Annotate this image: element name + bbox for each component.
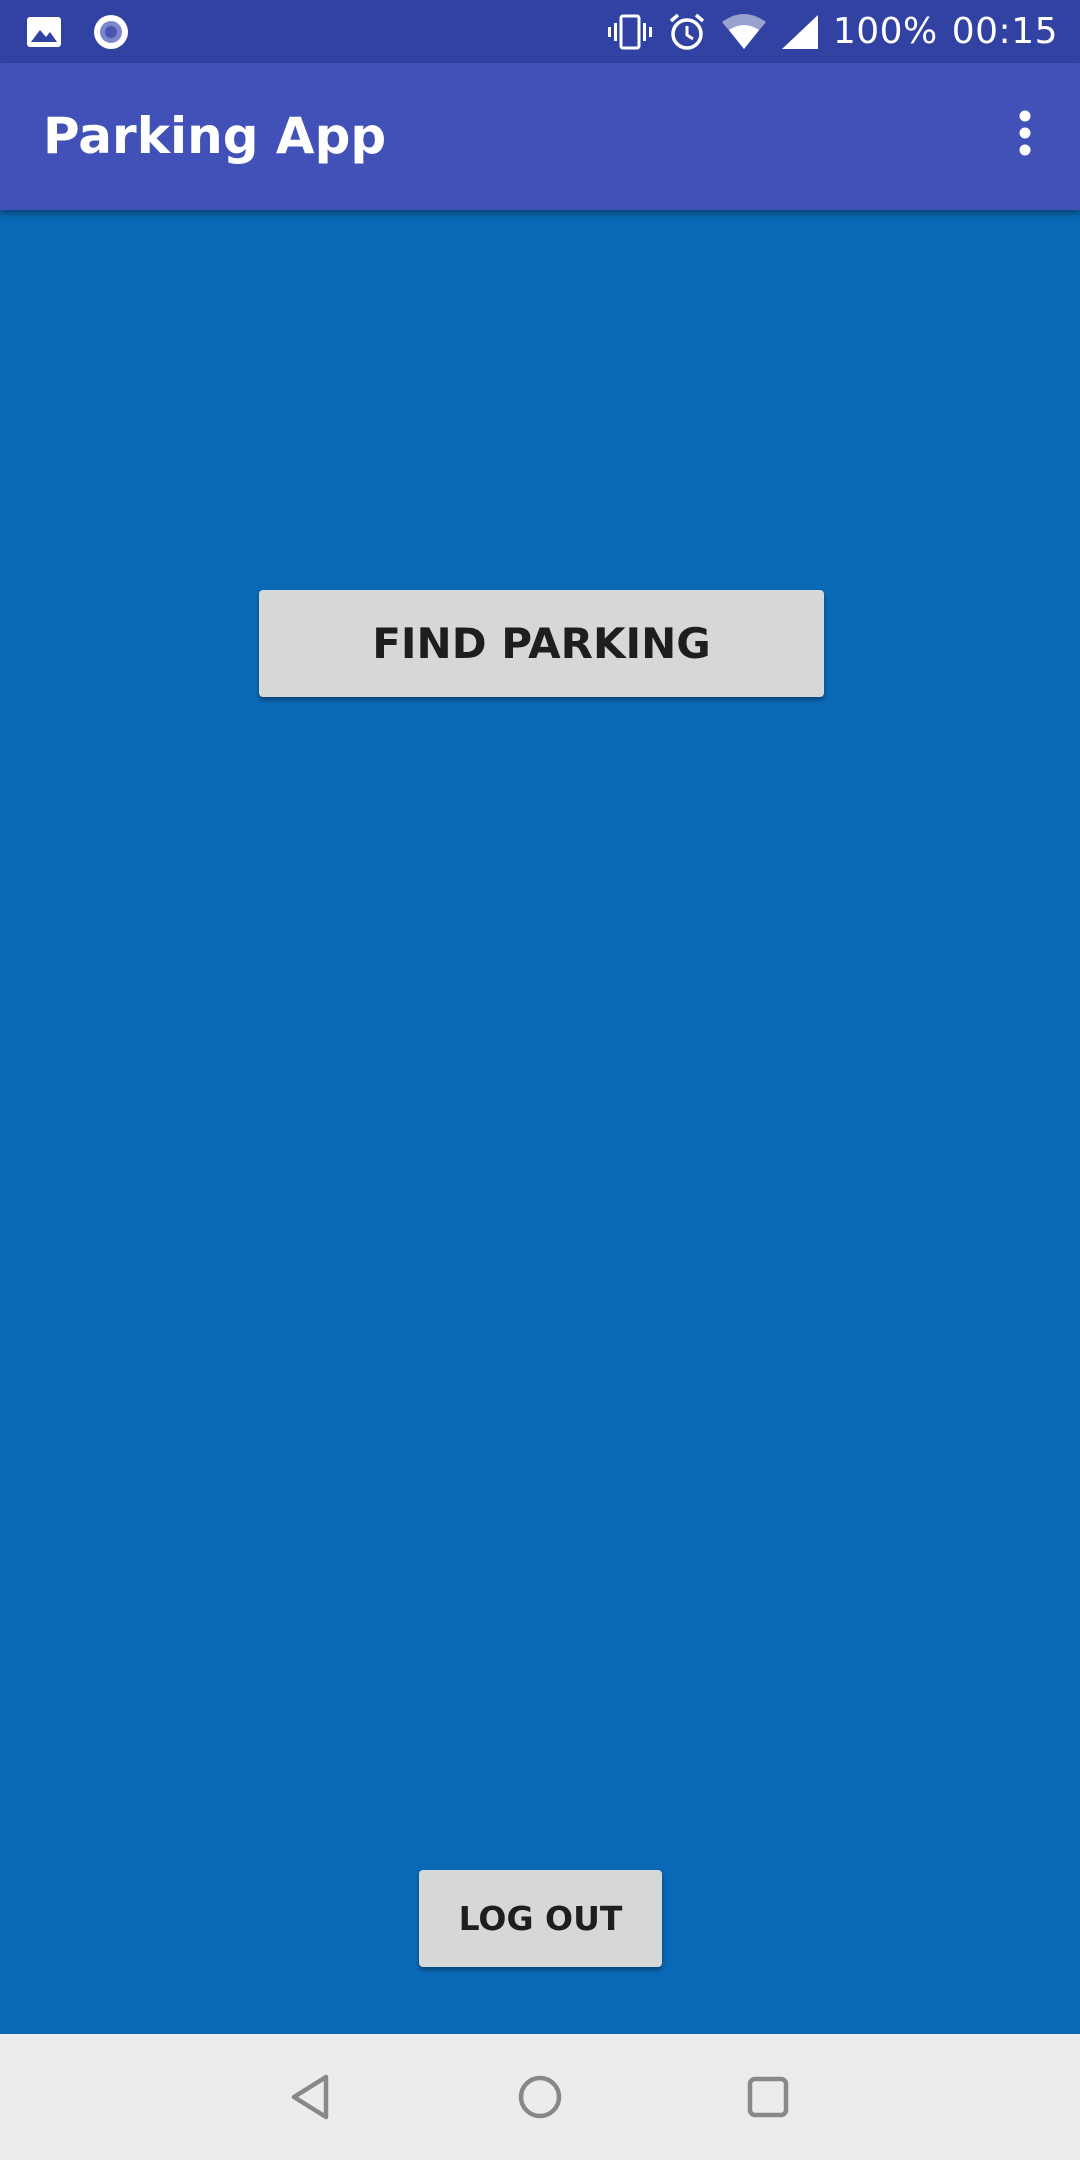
recents-icon[interactable]: [738, 2067, 798, 2127]
app-title: Parking App: [43, 107, 387, 165]
battery-percentage: 100%: [832, 11, 938, 52]
status-bar-left: [26, 0, 130, 63]
screen: 100% 00:15 Parking App FIND PARKING LOG …: [0, 0, 1080, 2160]
navigation-bar: [0, 2034, 1080, 2160]
logout-button[interactable]: LOG OUT: [419, 1870, 662, 1967]
home-icon[interactable]: [510, 2067, 570, 2127]
app-bar: Parking App: [0, 63, 1080, 210]
wifi-icon: [721, 13, 767, 50]
status-bar-right: 100% 00:15: [607, 0, 1058, 63]
alarm-icon: [667, 12, 707, 52]
overflow-menu-icon[interactable]: [992, 100, 1058, 166]
vibrate-icon: [607, 14, 653, 50]
clock-time: 00:15: [951, 11, 1058, 52]
find-parking-button[interactable]: FIND PARKING: [259, 590, 824, 697]
image-notification-icon: [26, 16, 62, 48]
cell-signal-icon: [781, 14, 819, 50]
back-icon[interactable]: [280, 2067, 340, 2127]
circle-notification-icon: [92, 13, 130, 51]
status-bar: 100% 00:15: [0, 0, 1080, 63]
